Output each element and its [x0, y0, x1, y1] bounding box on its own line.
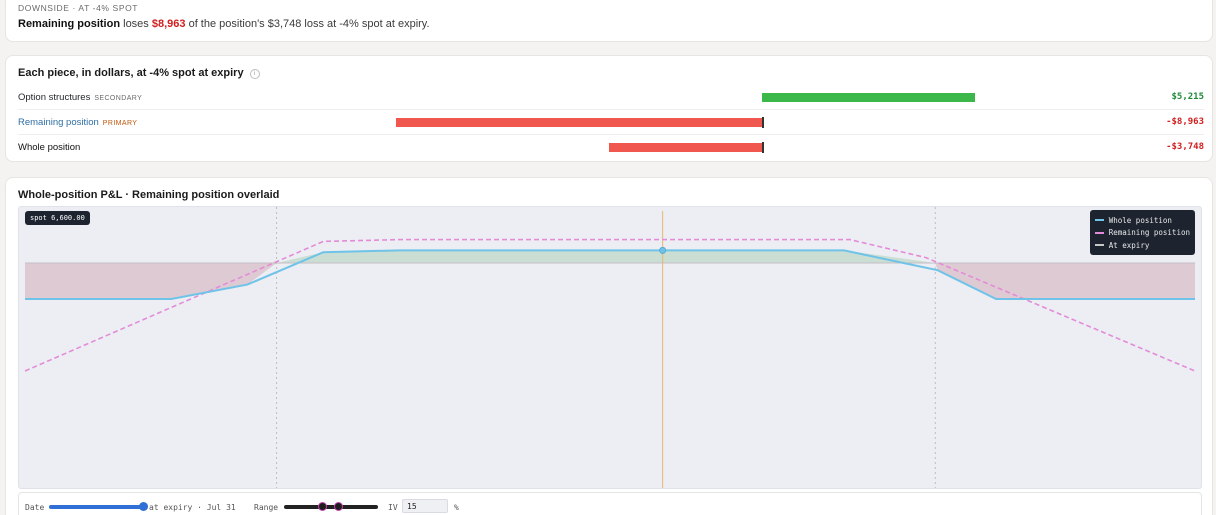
summary-sentence: Remaining position loses $8,963 of the p… [18, 18, 430, 30]
range-label: Range [254, 503, 279, 512]
date-label: Date [25, 503, 45, 512]
piece-tag: PRIMARY [102, 120, 138, 127]
spot-chip: spot 6,600.00 [25, 211, 90, 225]
summary-amount: $8,963 [151, 18, 186, 30]
chart-legend: Whole position Remaining position At expir… [1089, 210, 1195, 255]
summary-subject: Remaining position [18, 18, 121, 30]
legend-item: At expiry [1094, 239, 1190, 252]
pnl-plot-area[interactable]: spot 6,600.00 Whole position Remaining po… [18, 206, 1202, 489]
piece-value: -$8,963 [1166, 117, 1204, 127]
legend-swatch [1094, 231, 1104, 234]
pieces-title: Each piece, in dollars, at -4% spot at e… [18, 67, 260, 79]
loss-area [935, 263, 1195, 299]
legend-label: At expiry [1108, 240, 1150, 250]
summary-rest: of the position's $3,748 loss at -4% spo… [185, 18, 430, 30]
piece-label-text: Option structures [18, 92, 91, 103]
piece-zero-marker [762, 117, 764, 128]
piece-value: $5,215 [1171, 92, 1204, 102]
range-high-thumb[interactable] [333, 502, 343, 511]
date-value: at expiry · Jul 31 [149, 503, 236, 512]
piece-row: Remaining position PRIMARY -$8,963 [18, 110, 1204, 135]
piece-tag: SECONDARY [94, 95, 143, 102]
legend-label: Whole position [1108, 215, 1172, 225]
piece-row: Option structures SECONDARY $5,215 [18, 85, 1204, 110]
profit-area [276, 250, 936, 263]
pnl-chart[interactable] [19, 207, 1202, 489]
legend-label: Remaining position [1108, 228, 1190, 238]
legend-item: Remaining position [1094, 227, 1190, 240]
range-slider[interactable] [284, 505, 378, 509]
chart-title: Whole-position P&L · Remaining position … [18, 189, 280, 201]
spot-marker [659, 246, 667, 254]
piece-label: Option structures SECONDARY [18, 92, 142, 103]
piece-label: Remaining position PRIMARY [18, 117, 137, 128]
piece-bar [608, 143, 762, 152]
downside-summary-card: DOWNSIDE · AT -4% SPOT Remaining positio… [5, 0, 1213, 42]
iv-input[interactable] [402, 499, 448, 513]
pieces-title-text: Each piece, in dollars, at -4% spot at e… [18, 67, 244, 79]
date-slider[interactable] [49, 505, 143, 509]
date-slider-thumb[interactable] [139, 502, 148, 511]
piece-row: Whole position -$3,748 [18, 135, 1204, 160]
piece-label-text: Remaining position [18, 117, 99, 128]
loss-area [25, 263, 277, 299]
piece-label-text: Whole position [18, 142, 81, 153]
piece-zero-marker [762, 142, 764, 153]
piece-label: Whole position [18, 142, 80, 153]
legend-swatch [1094, 244, 1104, 247]
legend-swatch [1094, 219, 1104, 222]
piece-bar [395, 118, 762, 127]
piece-bar [762, 93, 975, 102]
pieces-card: Each piece, in dollars, at -4% spot at e… [5, 55, 1213, 162]
iv-label: IV [388, 503, 398, 512]
chart-controls: Date at expiry · Jul 31 Range IV % [18, 492, 1202, 515]
range-low-thumb[interactable] [317, 502, 327, 511]
piece-value: -$3,748 [1166, 142, 1204, 152]
summary-verb: loses [120, 18, 152, 30]
pnl-chart-card: Whole-position P&L · Remaining position … [5, 177, 1213, 515]
info-icon[interactable]: i [249, 69, 260, 79]
summary-eyebrow: DOWNSIDE · AT -4% SPOT [18, 3, 139, 13]
legend-item: Whole position [1094, 214, 1190, 227]
iv-unit: % [454, 503, 459, 512]
